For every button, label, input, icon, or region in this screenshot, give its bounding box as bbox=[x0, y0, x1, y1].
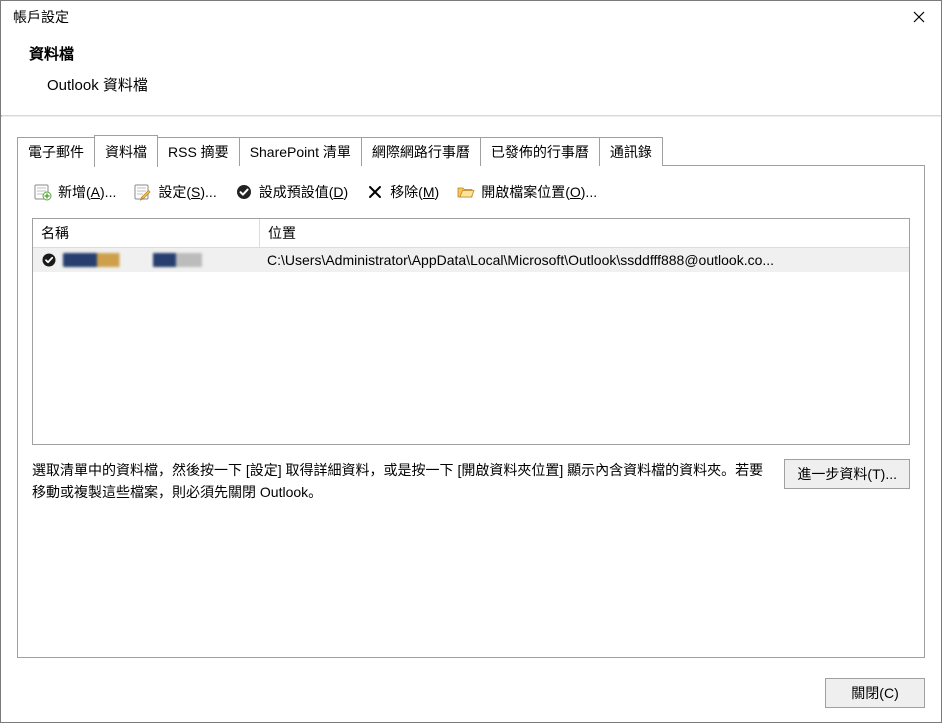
add-icon bbox=[34, 183, 52, 201]
tab-panel-data-files: 新增(A)... 設定(S)... bbox=[17, 165, 925, 658]
list-header: 名稱 位置 bbox=[33, 219, 909, 248]
settings-button[interactable]: 設定(S)... bbox=[132, 180, 218, 204]
tab-sharepoint[interactable]: SharePoint 清單 bbox=[239, 137, 362, 166]
dialog-footer: 關閉(C) bbox=[1, 668, 941, 722]
tab-rss[interactable]: RSS 摘要 bbox=[157, 137, 240, 166]
close-button[interactable]: 關閉(C) bbox=[825, 678, 925, 708]
tab-address-book[interactable]: 通訊錄 bbox=[599, 137, 663, 166]
column-header-location[interactable]: 位置 bbox=[260, 219, 909, 247]
cell-location: C:\Users\Administrator\AppData\Local\Mic… bbox=[259, 250, 909, 270]
add-button[interactable]: 新增(A)... bbox=[32, 180, 118, 204]
column-header-name[interactable]: 名稱 bbox=[33, 219, 260, 247]
set-default-button[interactable]: 設成預設值(D) bbox=[233, 180, 350, 204]
data-files-list[interactable]: 名稱 位置 bbox=[32, 218, 910, 445]
close-icon[interactable] bbox=[896, 2, 941, 32]
titlebar: 帳戶設定 bbox=[1, 1, 941, 33]
more-info-button[interactable]: 進一步資料(T)... bbox=[784, 459, 910, 489]
account-settings-dialog: 帳戶設定 資料檔 Outlook 資料檔 電子郵件 資料檔 RSS 摘要 Sha… bbox=[0, 0, 942, 723]
remove-icon bbox=[366, 183, 384, 201]
toolbar: 新增(A)... 設定(S)... bbox=[32, 180, 910, 204]
settings-icon bbox=[134, 183, 152, 201]
check-circle-icon bbox=[235, 183, 253, 201]
dialog-body: 電子郵件 資料檔 RSS 摘要 SharePoint 清單 網際網路行事曆 已發… bbox=[1, 117, 941, 668]
open-location-button[interactable]: 開啟檔案位置(O)... bbox=[455, 180, 599, 204]
table-row[interactable]: C:\Users\Administrator\AppData\Local\Mic… bbox=[33, 248, 909, 272]
redacted-name bbox=[63, 253, 251, 267]
tab-internet-cal[interactable]: 網際網路行事曆 bbox=[361, 137, 481, 166]
default-check-icon bbox=[41, 252, 57, 268]
help-row: 選取清單中的資料檔，然後按一下 [設定] 取得詳細資料，或是按一下 [開啟資料夾… bbox=[32, 459, 910, 504]
window-title: 帳戶設定 bbox=[13, 7, 896, 27]
tab-data-files[interactable]: 資料檔 bbox=[94, 135, 158, 167]
tab-published-cal[interactable]: 已發佈的行事曆 bbox=[480, 137, 600, 166]
dialog-header: 資料檔 Outlook 資料檔 bbox=[1, 33, 941, 115]
header-title: 資料檔 bbox=[29, 43, 913, 64]
header-subtitle: Outlook 資料檔 bbox=[29, 74, 913, 95]
tabs: 電子郵件 資料檔 RSS 摘要 SharePoint 清單 網際網路行事曆 已發… bbox=[17, 135, 925, 166]
list-body: C:\Users\Administrator\AppData\Local\Mic… bbox=[33, 248, 909, 444]
folder-open-icon bbox=[457, 183, 475, 201]
cell-name bbox=[33, 250, 259, 270]
tab-email[interactable]: 電子郵件 bbox=[17, 137, 95, 166]
help-text: 選取清單中的資料檔，然後按一下 [設定] 取得詳細資料，或是按一下 [開啟資料夾… bbox=[32, 459, 764, 504]
remove-button[interactable]: 移除(M) bbox=[364, 180, 441, 204]
